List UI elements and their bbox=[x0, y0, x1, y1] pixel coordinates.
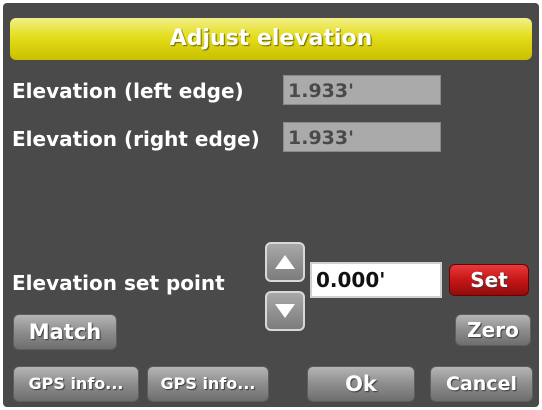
elevation-left-label: Elevation (left edge) bbox=[12, 79, 244, 103]
down-arrow-icon bbox=[275, 304, 295, 318]
gps-info-button-1[interactable]: GPS info... bbox=[13, 366, 139, 402]
elevation-left-value: 1.933' bbox=[283, 75, 441, 105]
cancel-button[interactable]: Cancel bbox=[430, 366, 533, 402]
increase-button[interactable] bbox=[265, 242, 305, 282]
set-button[interactable]: Set bbox=[449, 264, 529, 296]
elevation-right-value: 1.933' bbox=[283, 122, 441, 152]
up-arrow-icon bbox=[275, 255, 295, 269]
gps-info-button-2[interactable]: GPS info... bbox=[147, 366, 269, 402]
set-point-label: Elevation set point bbox=[12, 271, 225, 295]
match-button[interactable]: Match bbox=[13, 314, 117, 350]
decrease-button[interactable] bbox=[265, 291, 305, 331]
set-point-input[interactable]: 0.000' bbox=[310, 262, 442, 298]
page-title: Adjust elevation bbox=[10, 18, 532, 60]
elevation-right-label: Elevation (right edge) bbox=[12, 127, 260, 151]
ok-button[interactable]: Ok bbox=[307, 366, 415, 402]
adjust-elevation-screen: Adjust elevation Elevation (left edge) 1… bbox=[3, 3, 539, 407]
zero-button[interactable]: Zero bbox=[455, 314, 531, 346]
